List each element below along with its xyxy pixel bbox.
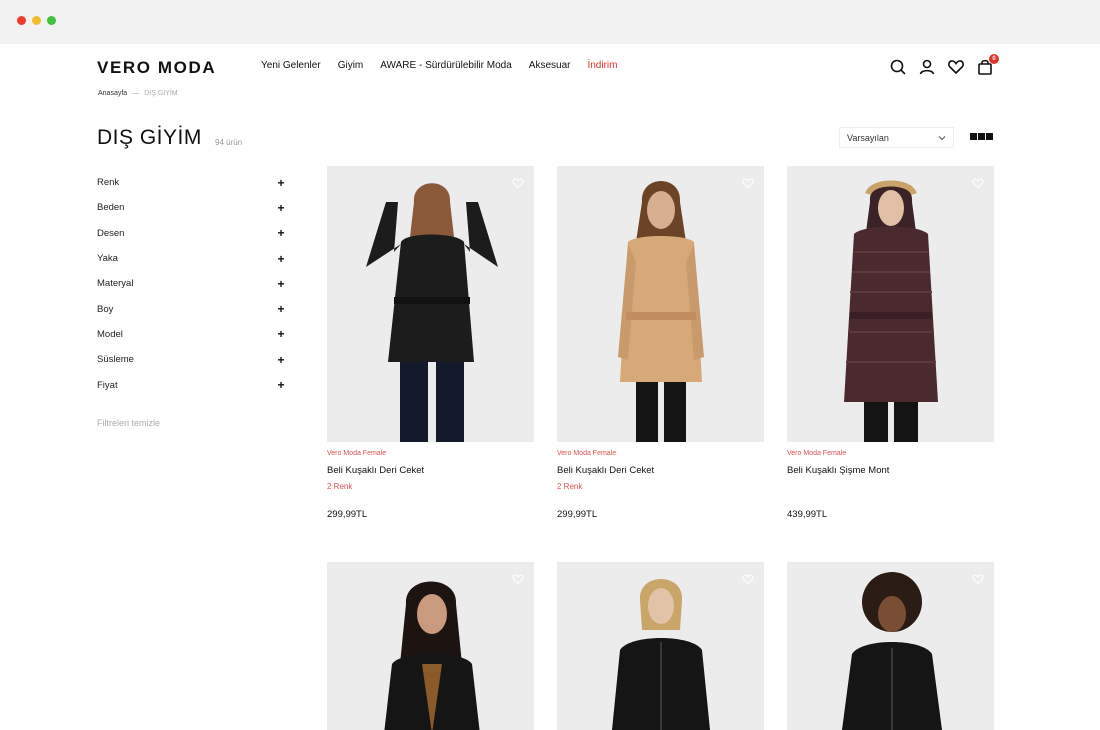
filter-label: Materyal [97,278,134,290]
chevron-down-icon [938,135,946,140]
main-nav: Yeni Gelenler Giyim AWARE - Sürdürülebil… [261,60,634,71]
product-photo-figure [617,181,704,442]
product-name[interactable]: Beli Kuşaklı Deri Ceket [557,465,764,476]
plus-icon: + [277,276,285,291]
product-photo-figure [611,579,710,730]
user-icon[interactable] [918,58,936,76]
grid-view-toggle[interactable] [970,133,993,140]
product-count: 94 ürün [215,138,243,147]
page-title: DIŞ GİYİM [97,126,202,149]
sort-value: Varsayılan [847,132,889,143]
product-photo-figure [383,581,480,730]
filter-label: Süsleme [97,354,134,366]
filter-length[interactable]: Boy + [97,296,285,321]
nav-accessories[interactable]: Aksesuar [529,60,571,71]
product-color-count [787,482,994,492]
bag-icon[interactable]: 0 [976,54,999,76]
product-price: 299,99TL [327,509,368,520]
filter-color[interactable]: Renk + [97,170,285,195]
product-card[interactable] [787,562,994,730]
filter-label: Beden [97,202,125,214]
browser-titlebar [0,0,1100,44]
filter-label: Yaka [97,253,118,265]
filter-size[interactable]: Beden + [97,195,285,220]
plus-icon: + [277,200,285,215]
product-image[interactable] [787,562,994,730]
product-card[interactable]: Vero Moda Female Beli Kuşaklı Deri Ceket… [557,166,764,520]
filter-label: Desen [97,227,125,239]
breadcrumb-home[interactable]: Anasayfa [98,90,127,97]
sort-select[interactable]: Varsayılan [839,127,954,148]
product-price: 439,99TL [787,509,828,520]
plus-icon: + [277,175,285,190]
breadcrumb-current: DIŞ GİYİM [144,90,178,97]
product-color-count: 2 Renk [557,482,583,491]
heart-icon[interactable] [947,58,965,76]
plus-icon: + [277,378,285,393]
filter-embellishment[interactable]: Süsleme + [97,347,285,372]
product-card[interactable]: Vero Moda Female Beli Kuşaklı Şişme Mont… [787,166,994,520]
plus-icon: + [277,327,285,342]
header-actions: 0 [889,54,999,76]
product-card[interactable] [327,562,534,730]
product-name[interactable]: Beli Kuşaklı Şişme Mont [787,465,994,476]
product-price: 299,99TL [557,509,598,520]
grid-cell-icon [986,133,993,140]
product-image[interactable] [327,562,534,730]
filter-label: Fiyat [97,379,118,391]
nav-clothing[interactable]: Giyim [338,60,364,71]
product-brand: Vero Moda Female [327,450,387,457]
filter-model[interactable]: Model + [97,322,285,347]
product-brand: Vero Moda Female [557,450,617,457]
filter-label: Renk [97,177,120,189]
product-card[interactable]: Vero Moda Female Beli Kuşaklı Deri Ceket… [327,166,534,520]
nav-sale[interactable]: İndirim [587,60,617,71]
maximize-window-dot[interactable] [47,16,56,25]
product-image[interactable] [557,166,764,442]
nav-aware[interactable]: AWARE - Sürdürülebilir Moda [380,60,512,71]
filter-material[interactable]: Materyal + [97,271,285,296]
product-card[interactable] [557,562,764,730]
product-color-count: 2 Renk [327,482,353,491]
nav-new-arrivals[interactable]: Yeni Gelenler [261,60,321,71]
filter-label: Model [97,328,123,340]
grid-cell-icon [970,133,977,140]
close-window-dot[interactable] [17,16,26,25]
product-name[interactable]: Beli Kuşaklı Deri Ceket [327,465,534,476]
product-image[interactable] [787,166,994,442]
plus-icon: + [277,251,285,266]
filter-panel: Renk + Beden + Desen + Yaka + Materyal + Boy +… [97,170,285,398]
breadcrumb-separator: — [132,90,140,97]
filter-label: Boy [97,303,114,315]
filter-price[interactable]: Fiyat + [97,372,285,397]
product-image[interactable] [327,166,534,442]
plus-icon: + [277,302,285,317]
product-photo-figure [365,183,498,442]
grid-cell-icon [978,133,985,140]
product-photo-figure [843,180,938,442]
filter-pattern[interactable]: Desen + [97,221,285,246]
product-brand: Vero Moda Female [787,450,847,457]
product-photo-figure [841,572,942,730]
minimize-window-dot[interactable] [32,16,41,25]
plus-icon: + [277,226,285,241]
brand-logo[interactable]: VERO MODA [97,58,216,78]
search-icon[interactable] [889,58,907,76]
cart-count-badge: 0 [989,54,999,64]
product-image[interactable] [557,562,764,730]
breadcrumb: Anasayfa — DIŞ GİYİM [98,90,178,97]
clear-filters-link[interactable]: Filtreleri temizle [97,418,160,428]
filter-collar[interactable]: Yaka + [97,246,285,271]
plus-icon: + [277,352,285,367]
